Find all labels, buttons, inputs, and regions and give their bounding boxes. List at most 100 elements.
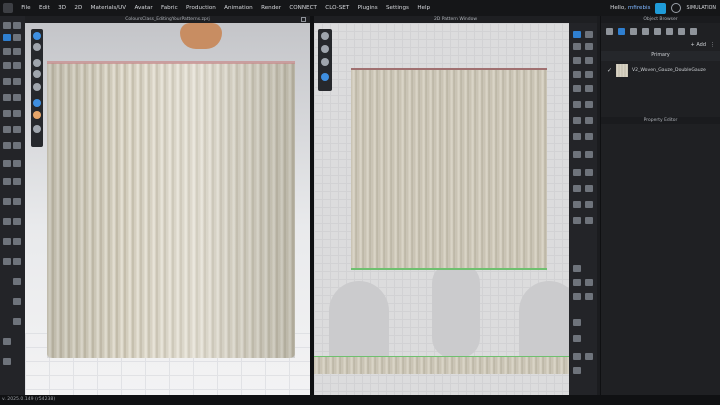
tool-fold-icon[interactable] (3, 48, 11, 55)
tool-graphic-icon[interactable] (13, 110, 21, 117)
rtool-free-sew-icon[interactable] (585, 101, 593, 108)
tab-list-icon[interactable] (606, 27, 613, 35)
tool-pleat-icon[interactable] (3, 198, 11, 205)
tool-layer-icon[interactable] (13, 258, 21, 265)
menu-edit[interactable]: Edit (35, 5, 54, 11)
tool-light-icon[interactable] (13, 238, 21, 245)
mode-label[interactable]: SIMULATION (686, 6, 716, 11)
view-body-icon[interactable] (33, 111, 41, 119)
rtool-text-icon[interactable] (573, 265, 581, 272)
rtool-graphic-icon[interactable] (585, 169, 593, 176)
view2d-shirt-icon[interactable] (321, 45, 329, 53)
rtool-list-icon[interactable] (573, 319, 581, 326)
rtool-texture-edit-icon[interactable] (573, 169, 581, 176)
rtool-edit-point-icon[interactable] (573, 43, 581, 50)
rtool-pleat-icon[interactable] (585, 185, 593, 192)
tool-list-icon[interactable] (13, 298, 21, 305)
view-avatar-icon[interactable] (33, 32, 41, 40)
tool-grid-icon[interactable] (3, 338, 11, 345)
menu-3d[interactable]: 3D (54, 5, 70, 11)
rtool-seam-allowance-icon[interactable] (585, 117, 593, 124)
rtool-annotation-icon[interactable] (573, 279, 581, 286)
view-texture-icon[interactable] (33, 99, 41, 107)
tool-tape-icon[interactable] (13, 62, 21, 69)
menu-plugins[interactable]: Plugins (353, 5, 381, 11)
menu-settings[interactable]: Settings (382, 5, 413, 11)
rtool-buttonhole-icon[interactable] (585, 201, 593, 208)
tool-topstitch-icon[interactable] (13, 126, 21, 133)
rtool-layers-icon[interactable] (573, 353, 581, 360)
menu-materials-uv[interactable]: Materials/UV (86, 5, 130, 11)
rtool-internal-line-icon[interactable] (573, 151, 581, 158)
rtool-segment-sew-icon[interactable] (573, 101, 581, 108)
section-primary[interactable]: Primary (601, 51, 720, 61)
tool-ruler-icon[interactable] (3, 218, 11, 225)
rtool-polygon-icon[interactable] (573, 57, 581, 64)
rtool-notch-icon[interactable] (585, 133, 593, 140)
rtool-offset-icon[interactable] (585, 85, 593, 92)
tab-pattern-icon[interactable] (630, 27, 637, 35)
pattern-piece-strip[interactable] (314, 356, 597, 374)
tab-more-icon[interactable] (690, 27, 697, 35)
simulation-mode-icon[interactable] (671, 3, 682, 13)
menu-avatar[interactable]: Avatar (130, 5, 157, 11)
tab-trims-icon[interactable] (642, 27, 649, 35)
tool-measure-icon[interactable] (13, 48, 21, 55)
tool-simulate-icon[interactable] (3, 34, 11, 41)
tab-buttons-icon[interactable] (654, 27, 661, 35)
tool-line-icon[interactable] (3, 160, 11, 167)
tool-shelf-icon[interactable] (13, 318, 21, 325)
menu-fabric[interactable]: Fabric (157, 5, 182, 11)
rtool-grain-icon[interactable] (573, 133, 581, 140)
tab-graphic-icon[interactable] (678, 27, 685, 35)
tool-fabric-icon[interactable] (3, 178, 11, 185)
rtool-zipper-icon[interactable] (585, 217, 593, 224)
tool-fit-icon[interactable] (13, 198, 21, 205)
rtool-fold-arrange-icon[interactable] (573, 117, 581, 124)
tool-trim-icon[interactable] (3, 110, 11, 117)
rtool-ruler-icon[interactable] (585, 293, 593, 300)
tool-box-icon[interactable] (13, 278, 21, 285)
menu-connect[interactable]: CONNECT (285, 5, 321, 11)
rtool-circle-icon[interactable] (573, 71, 581, 78)
tab-fabric-icon[interactable] (618, 27, 625, 35)
rtool-arrow-icon[interactable] (573, 367, 581, 374)
options-icon[interactable]: ⋮ (710, 42, 715, 48)
tool-stack-icon[interactable] (3, 258, 11, 265)
tool-move-icon[interactable] (13, 22, 21, 29)
rtool-measure-icon[interactable] (573, 293, 581, 300)
rtool-stack-icon[interactable] (585, 279, 593, 286)
tab-stitch-icon[interactable] (666, 27, 673, 35)
view-garment-icon[interactable] (33, 43, 41, 51)
rtool-select-icon[interactable] (573, 31, 581, 38)
add-button[interactable]: + Add (691, 42, 706, 48)
rtool-shirt-icon[interactable] (585, 151, 593, 158)
tool-avatar-icon[interactable] (13, 78, 21, 85)
tool-record-icon[interactable] (13, 218, 21, 225)
viewport-3d[interactable] (25, 23, 310, 395)
tool-puckering-icon[interactable] (13, 142, 21, 149)
view-person-icon[interactable] (33, 83, 41, 91)
view-fabric-icon[interactable] (33, 70, 41, 78)
rtool-trace-icon[interactable] (573, 85, 581, 92)
menu-render[interactable]: Render (257, 5, 285, 11)
tool-zipper-icon[interactable] (13, 94, 21, 101)
rtool-pin-icon[interactable] (573, 185, 581, 192)
pattern-window-2d[interactable] (314, 23, 597, 395)
view2d-pen-icon[interactable] (321, 32, 329, 40)
tool-select-icon[interactable] (3, 22, 11, 29)
menu-animation[interactable]: Animation (220, 5, 257, 11)
pattern-piece-top-edge[interactable] (351, 68, 547, 70)
view-sphere-icon[interactable] (33, 125, 41, 133)
menu-help[interactable]: Help (413, 5, 434, 11)
menu-production[interactable]: Production (182, 5, 220, 11)
rtool-grid-icon[interactable] (573, 335, 581, 342)
menu-clo-set[interactable]: CLO-SET (321, 5, 353, 11)
tool-texture-icon[interactable] (3, 126, 11, 133)
fabric-list-item[interactable]: ✓ V2_Woven_Gauze_DoubleGauze (601, 61, 720, 79)
rtool-button-icon[interactable] (573, 201, 581, 208)
username[interactable]: mfirebis (628, 5, 651, 11)
view2d-globe-icon[interactable] (321, 58, 329, 66)
rtool-transform-icon[interactable] (585, 31, 593, 38)
tool-button-icon[interactable] (3, 94, 11, 101)
